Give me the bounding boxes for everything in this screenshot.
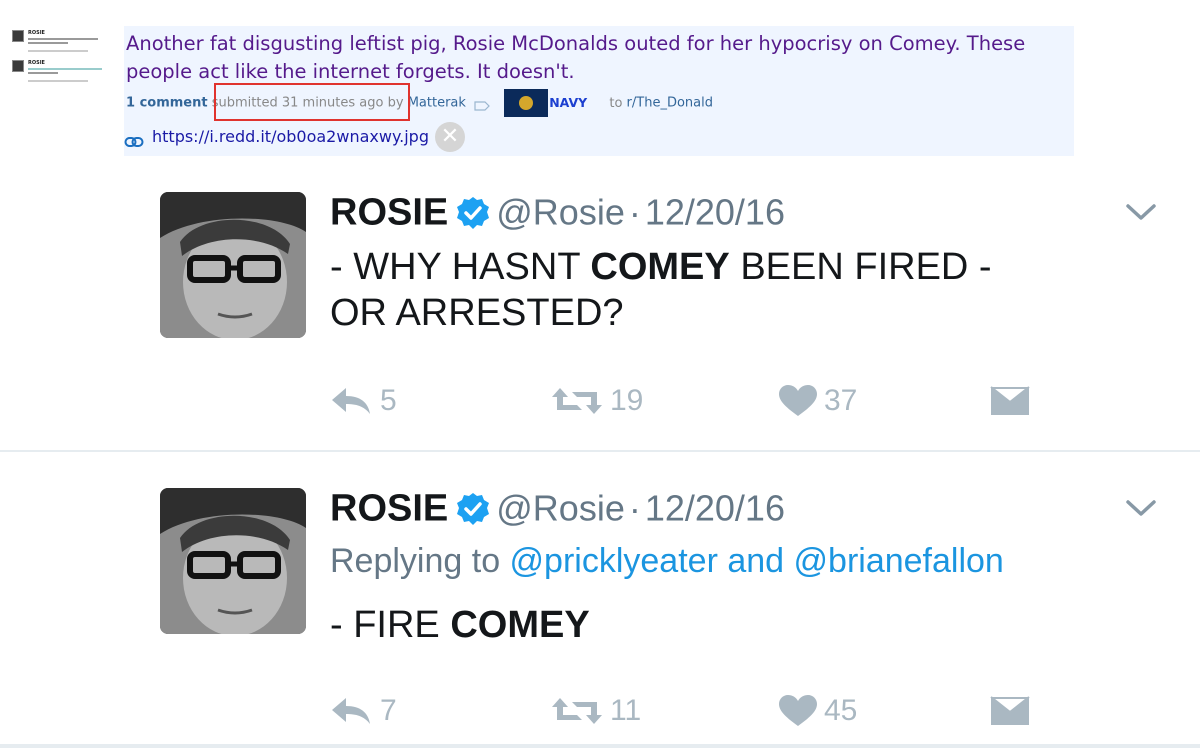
- image-url-link[interactable]: https://i.redd.it/ob0oa2wnaxwy.jpg: [152, 127, 429, 146]
- chevron-down-icon[interactable]: [1124, 496, 1158, 520]
- dm-action[interactable]: [990, 690, 1030, 730]
- tag-icon[interactable]: [474, 98, 490, 111]
- separator-dot: ·: [628, 191, 641, 233]
- reddit-post: Another fat disgusting leftist pig, Rosi…: [124, 26, 1074, 156]
- mention-link[interactable]: @brianefallon: [794, 542, 1004, 580]
- retweet-count: 11: [610, 693, 642, 727]
- retweet-icon: [552, 697, 602, 724]
- heart-icon: [779, 694, 817, 726]
- reply-action[interactable]: 5: [330, 380, 397, 420]
- envelope-icon: [990, 385, 1030, 415]
- handle[interactable]: @Rosie: [496, 192, 625, 233]
- tweet-header: ROSIE @Rosie · 12/20/16: [330, 480, 785, 536]
- mention-link[interactable]: @pricklyeater: [510, 542, 718, 580]
- post-thumbnail[interactable]: ROSIE ROSIE: [10, 28, 106, 100]
- close-expando-button[interactable]: ✕: [434, 122, 465, 152]
- reply-count: 5: [380, 383, 397, 417]
- thumbnail-avatar: [12, 30, 24, 42]
- like-action[interactable]: 45: [778, 690, 857, 730]
- tweet-text: - FIRE COMEY: [330, 604, 590, 646]
- envelope-icon: [990, 695, 1030, 725]
- separator-dot: ·: [628, 487, 641, 529]
- retweet-action[interactable]: 19: [550, 380, 643, 420]
- like-count: 45: [824, 693, 858, 727]
- navy-emblem-icon: [519, 96, 534, 110]
- tweet-header: ROSIE @Rosie · 12/20/16: [330, 184, 785, 240]
- thumbnail-avatar: [12, 60, 24, 72]
- avatar[interactable]: [160, 488, 306, 634]
- bold-keyword: COMEY: [450, 604, 590, 646]
- tweet-divider: [0, 450, 1200, 452]
- avatar[interactable]: [160, 192, 306, 338]
- verified-badge-icon: [456, 492, 490, 526]
- verified-badge-icon: [456, 196, 490, 230]
- to-label: to: [609, 95, 623, 111]
- post-title-link[interactable]: Another fat disgusting leftist pig, Rosi…: [126, 30, 1066, 86]
- link-icon: [124, 130, 144, 147]
- tweet-date[interactable]: 12/20/16: [645, 192, 785, 233]
- bottom-divider: [0, 744, 1200, 748]
- thumbnail-tweet-2: ROSIE: [10, 58, 106, 88]
- red-highlight-box: [214, 83, 410, 121]
- comments-link[interactable]: 1 comment: [126, 96, 208, 111]
- retweet-icon: [552, 387, 602, 414]
- bold-keyword: COMEY: [590, 246, 730, 288]
- like-action[interactable]: 37: [778, 380, 857, 420]
- replying-to: Replying to @pricklyeater and @brianefal…: [330, 542, 1004, 580]
- tweet-date[interactable]: 12/20/16: [645, 488, 785, 529]
- reply-count: 7: [380, 693, 397, 727]
- tweet-actions: 7 11 45: [330, 690, 1160, 730]
- handle[interactable]: @Rosie: [496, 488, 625, 529]
- author-link[interactable]: Matterak: [408, 96, 466, 111]
- navy-flair-image: [504, 89, 549, 117]
- flair-label: NAVY: [549, 94, 588, 110]
- subreddit-link[interactable]: r/The_Donald: [627, 96, 713, 111]
- display-name[interactable]: ROSIE: [330, 192, 448, 234]
- tweet-text: - WHY HASNT COMEY BEEN FIRED - OR ARREST…: [330, 246, 992, 334]
- link-row: https://i.redd.it/ob0oa2wnaxwy.jpg ✕: [124, 122, 465, 152]
- tweet-actions: 5 19 37: [330, 380, 1160, 420]
- retweet-count: 19: [610, 383, 644, 417]
- chevron-down-icon[interactable]: [1124, 200, 1158, 224]
- reply-action[interactable]: 7: [330, 690, 397, 730]
- like-count: 37: [824, 383, 858, 417]
- heart-icon: [779, 384, 817, 416]
- retweet-action[interactable]: 11: [550, 690, 641, 730]
- reply-icon: [332, 387, 370, 414]
- thumbnail-tweet-1: ROSIE: [10, 28, 106, 58]
- thumbnail-name: ROSIE: [28, 30, 45, 36]
- display-name[interactable]: ROSIE: [330, 488, 448, 530]
- reply-icon: [332, 697, 370, 724]
- dm-action[interactable]: [990, 380, 1030, 420]
- thumbnail-name: ROSIE: [28, 60, 45, 66]
